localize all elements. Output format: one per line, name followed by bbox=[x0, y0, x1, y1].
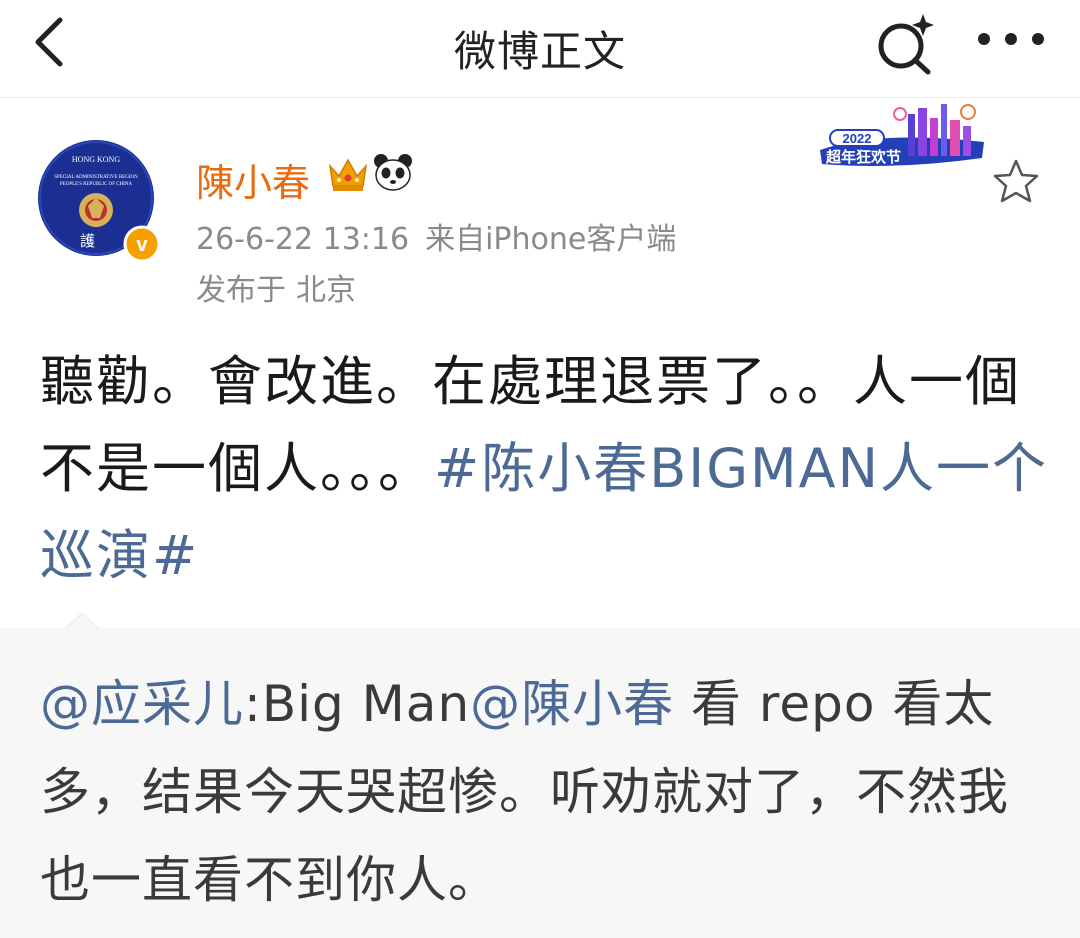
repost-text: @应采儿:Big Man@陳小春 看 repo 看太多，结果今天哭超惨。听劝就对… bbox=[40, 660, 1050, 924]
more-button[interactable] bbox=[972, 14, 1050, 64]
event-label: 超年狂欢节 bbox=[825, 148, 901, 166]
svg-text:SPECIAL ADMINISTRATIVE REGION: SPECIAL ADMINISTRATIVE REGION bbox=[54, 175, 138, 180]
location-value: 北京 bbox=[296, 273, 356, 308]
star-icon bbox=[993, 159, 1039, 203]
weibo-post-page: 微博正文 HONG KONG SPECIAL ADMINISTRATIVE RE… bbox=[0, 0, 1080, 938]
more-dots-icon bbox=[978, 33, 1044, 45]
location-label: 发布于 bbox=[196, 273, 286, 308]
verified-badge: v bbox=[136, 234, 148, 256]
top-navbar: 微博正文 bbox=[0, 0, 1080, 98]
post-datetime: 26-6-22 13:16 bbox=[196, 222, 410, 257]
svg-text:護: 護 bbox=[80, 232, 95, 250]
event-skyline-icon: 2022 超年狂欢节 bbox=[820, 104, 984, 166]
panda-icon[interactable] bbox=[372, 152, 414, 194]
search-button[interactable] bbox=[870, 8, 940, 78]
svg-text:PEOPLE'S REPUBLIC OF CHINA: PEOPLE'S REPUBLIC OF CHINA bbox=[60, 182, 133, 187]
post-body: 聽勸。會改進。在處理退票了。。人一個不是一個人。。。#陈小春BIGMAN人一个巡… bbox=[40, 338, 1050, 599]
post-location: 发布于 北京 bbox=[196, 265, 356, 309]
repost-text-part-1: :Big Man bbox=[244, 675, 471, 733]
mention-user-1[interactable]: @应采儿 bbox=[40, 675, 244, 733]
favorite-button[interactable] bbox=[990, 156, 1042, 208]
avatar-emblem: HONG KONG SPECIAL ADMINISTRATIVE REGION … bbox=[38, 140, 161, 263]
svg-text:HONG KONG: HONG KONG bbox=[72, 155, 120, 164]
repost-pointer bbox=[66, 614, 98, 629]
post-meta: 26-6-22 13:16 来自iPhone客户端 bbox=[196, 214, 676, 258]
crown-icon[interactable] bbox=[326, 152, 370, 196]
search-sparkle-icon bbox=[878, 14, 934, 75]
author-avatar[interactable]: HONG KONG SPECIAL ADMINISTRATIVE REGION … bbox=[38, 140, 161, 263]
event-year: 2022 bbox=[843, 131, 872, 146]
author-name[interactable]: 陳小春 bbox=[196, 152, 310, 207]
event-badge[interactable]: 2022 超年狂欢节 bbox=[816, 100, 988, 176]
mention-user-2[interactable]: @陳小春 bbox=[470, 675, 674, 733]
post-source: 来自iPhone客户端 bbox=[425, 222, 677, 257]
